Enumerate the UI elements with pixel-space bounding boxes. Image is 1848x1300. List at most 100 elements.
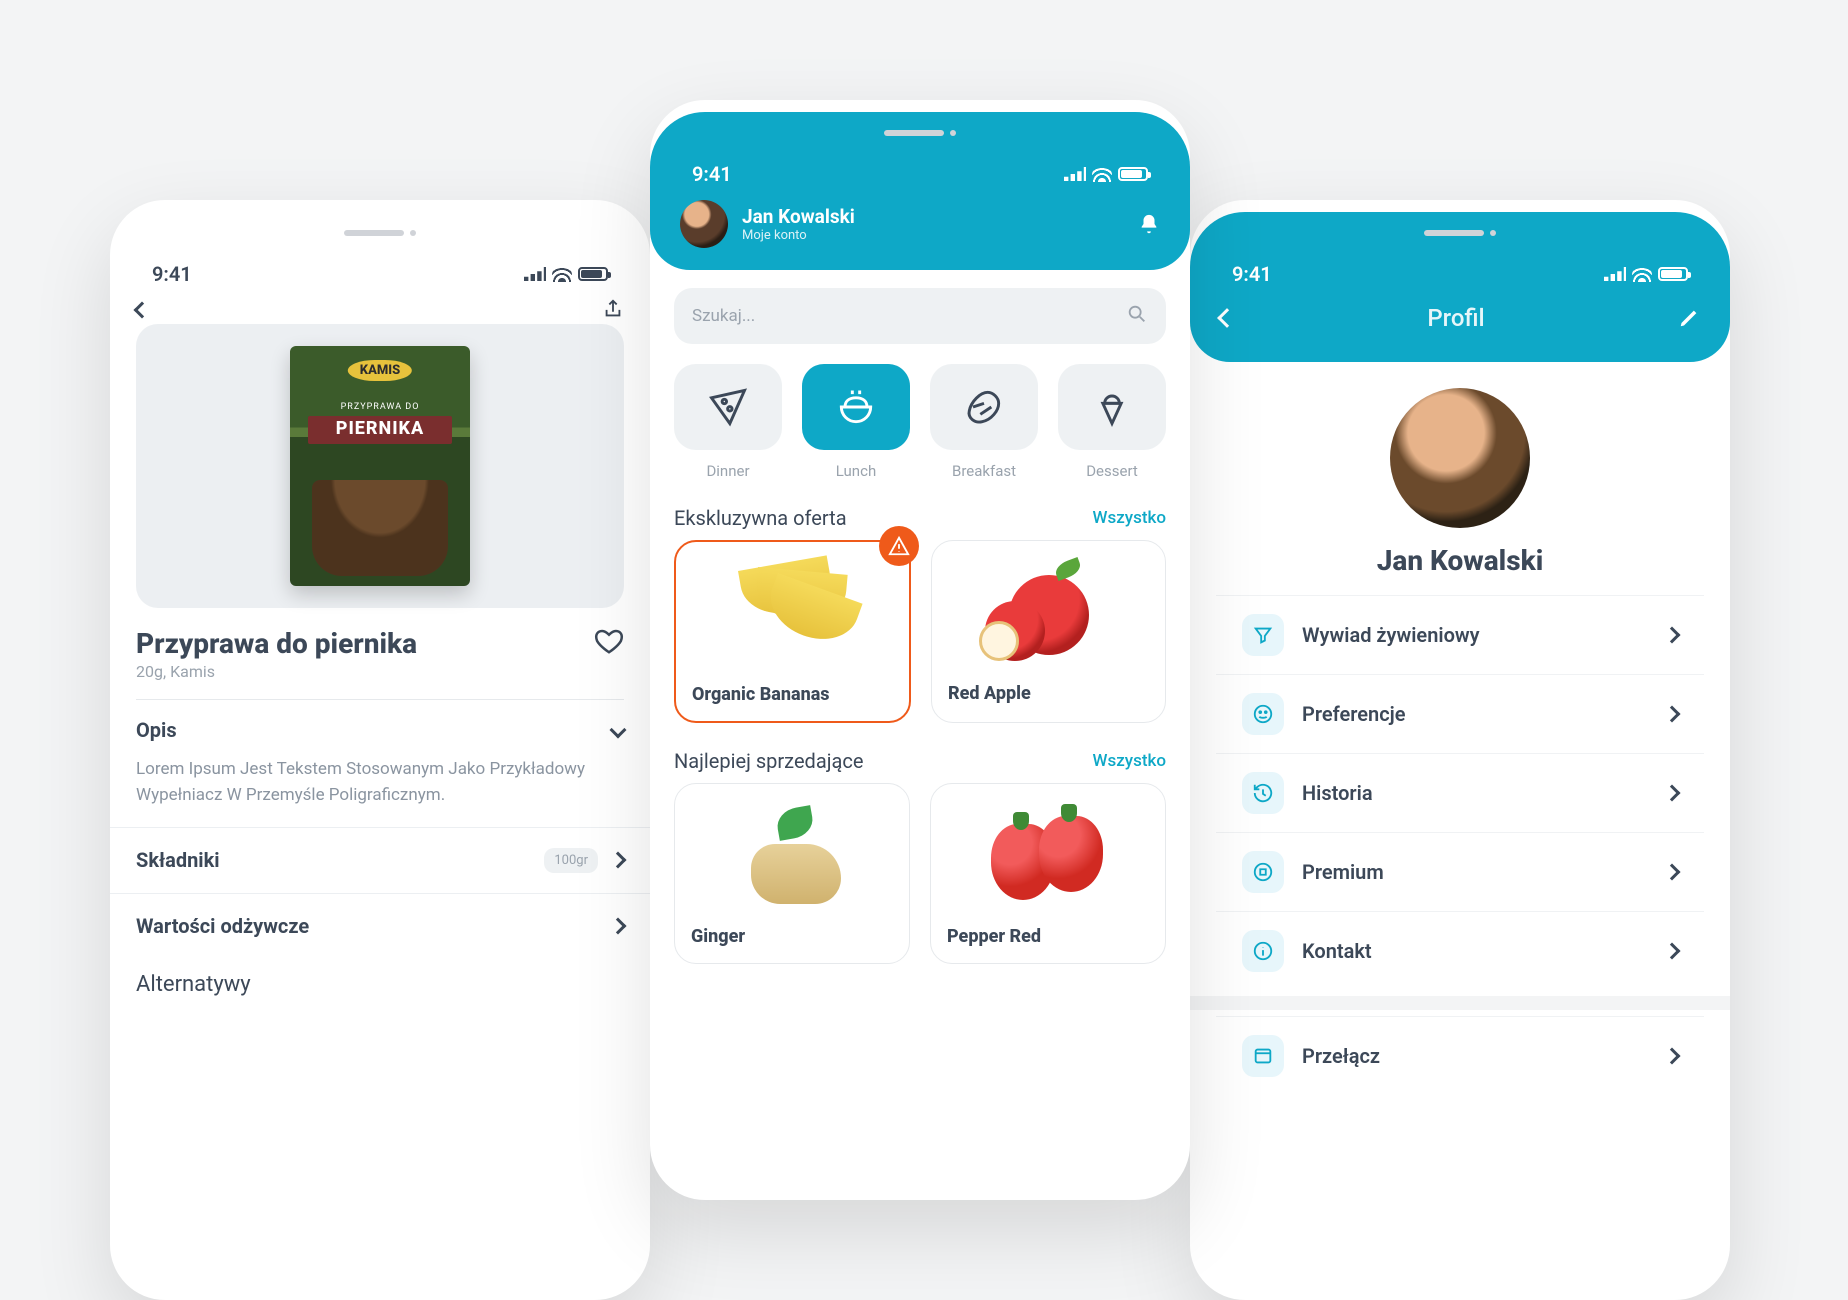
bananas-image <box>728 561 858 671</box>
back-button[interactable] <box>134 302 151 319</box>
menu-item-wywiad[interactable]: Wywiad żywieniowy <box>1216 595 1704 674</box>
menu-item-preferencje[interactable]: Preferencje <box>1216 674 1704 753</box>
heart-icon <box>594 626 624 656</box>
share-button[interactable] <box>602 298 624 324</box>
category-lunch[interactable]: Lunch <box>802 364 910 480</box>
section-divider <box>1190 996 1730 1010</box>
search-input[interactable]: Szukaj... <box>674 288 1166 344</box>
menu-item-przelacz[interactable]: Przełącz <box>1216 1016 1704 1095</box>
apple-image <box>1009 575 1089 655</box>
divider <box>136 699 624 700</box>
pencil-icon <box>1678 307 1700 329</box>
section-skladniki[interactable]: Składniki 100gr <box>110 827 650 893</box>
status-time: 9:41 <box>1232 262 1272 286</box>
chevron-right-icon <box>1664 627 1681 644</box>
edit-button[interactable] <box>1678 307 1700 329</box>
status-icons <box>1604 267 1688 282</box>
user-subtitle: Moje konto <box>742 228 855 243</box>
premium-icon <box>1242 851 1284 893</box>
section-alternatywy: Alternatywy <box>110 958 650 997</box>
wartosci-label: Wartości odżywcze <box>136 914 309 938</box>
product-card-name: Ginger <box>691 926 893 947</box>
product-card-bananas[interactable]: Organic Bananas <box>674 540 911 723</box>
alert-icon <box>888 535 910 557</box>
status-bar: 9:41 <box>650 154 1190 194</box>
phone-notch <box>1190 212 1730 254</box>
section-wartosci[interactable]: Wartości odżywcze <box>110 893 650 958</box>
croissant-icon <box>962 385 1006 429</box>
bell-icon <box>1138 212 1160 236</box>
menu-label: Wywiad żywieniowy <box>1302 623 1480 647</box>
brand-badge: KAMIS <box>348 360 412 381</box>
status-bar: 9:41 <box>110 254 650 294</box>
chevron-right-icon <box>1664 706 1681 723</box>
section-opis-toggle[interactable]: Opis <box>136 718 624 742</box>
menu-label: Historia <box>1302 781 1373 805</box>
wifi-icon <box>1092 167 1112 182</box>
menu-label: Kontakt <box>1302 939 1372 963</box>
battery-icon <box>578 267 608 281</box>
section-bestselling-more[interactable]: Wszystko <box>1092 751 1166 771</box>
pack-title: PIERNIKA <box>290 418 470 439</box>
menu-label: Przełącz <box>1302 1044 1380 1068</box>
category-dessert[interactable]: Dessert <box>1058 364 1166 480</box>
pepper-image <box>983 808 1113 908</box>
product-subtitle: 20g, Kamis <box>110 662 650 681</box>
filter-icon <box>1242 614 1284 656</box>
category-breakfast[interactable]: Breakfast <box>930 364 1038 480</box>
menu-label: Premium <box>1302 860 1384 884</box>
phone-profile: 9:41 Profil Jan Kowalski Wywiad żywienio… <box>1190 200 1730 1300</box>
search-icon <box>1126 303 1148 329</box>
signal-icon <box>1604 267 1626 281</box>
avatar[interactable] <box>680 200 728 248</box>
section-exclusive-more[interactable]: Wszystko <box>1092 508 1166 528</box>
menu-item-premium[interactable]: Premium <box>1216 832 1704 911</box>
product-card-name: Red Apple <box>948 683 1149 704</box>
menu-item-kontakt[interactable]: Kontakt <box>1216 911 1704 990</box>
section-bestselling-title: Najlepiej sprzedające <box>674 749 863 773</box>
chevron-down-icon <box>610 722 627 739</box>
back-button[interactable] <box>1217 308 1237 328</box>
chevron-right-icon <box>1664 943 1681 960</box>
product-card-apple[interactable]: Red Apple <box>931 540 1166 723</box>
menu-item-historia[interactable]: Historia <box>1216 753 1704 832</box>
notifications-button[interactable] <box>1138 212 1160 236</box>
status-icons <box>524 267 608 282</box>
status-icons <box>1064 167 1148 182</box>
product-card-pepper[interactable]: Pepper Red <box>930 783 1166 964</box>
section-opis-label: Opis <box>136 718 177 742</box>
menu-label: Preferencje <box>1302 702 1406 726</box>
signal-icon <box>524 267 546 281</box>
wifi-icon <box>1632 267 1652 282</box>
ginger-image <box>737 808 847 908</box>
favorite-button[interactable] <box>594 626 624 660</box>
signal-icon <box>1064 167 1086 181</box>
category-label: Dessert <box>1058 462 1166 480</box>
battery-icon <box>1658 267 1688 281</box>
header-title: Profil <box>1427 304 1484 332</box>
phone-notch <box>650 112 1190 154</box>
battery-icon <box>1118 167 1148 181</box>
product-title: Przyprawa do piernika <box>136 627 417 660</box>
chevron-right-icon <box>610 917 627 934</box>
category-dinner[interactable]: Dinner <box>674 364 782 480</box>
share-icon <box>602 298 624 320</box>
status-time: 9:41 <box>152 262 192 286</box>
wifi-icon <box>552 267 572 282</box>
product-card-ginger[interactable]: Ginger <box>674 783 910 964</box>
profile-avatar[interactable] <box>1390 388 1530 528</box>
search-placeholder: Szukaj... <box>692 306 755 326</box>
user-name: Jan Kowalski <box>742 205 855 228</box>
phone-notch <box>110 212 650 254</box>
chevron-right-icon <box>610 852 627 869</box>
chevron-right-icon <box>1664 785 1681 802</box>
product-card-name: Organic Bananas <box>692 684 893 705</box>
category-label: Dinner <box>674 462 782 480</box>
category-label: Lunch <box>802 462 910 480</box>
pack-pretitle: PRZYPRAWA DO <box>290 402 470 412</box>
pizza-icon <box>706 385 750 429</box>
status-bar: 9:41 <box>1190 254 1730 294</box>
skladniki-pill: 100gr <box>544 848 598 873</box>
info-icon <box>1242 930 1284 972</box>
product-card-name: Pepper Red <box>947 926 1149 947</box>
